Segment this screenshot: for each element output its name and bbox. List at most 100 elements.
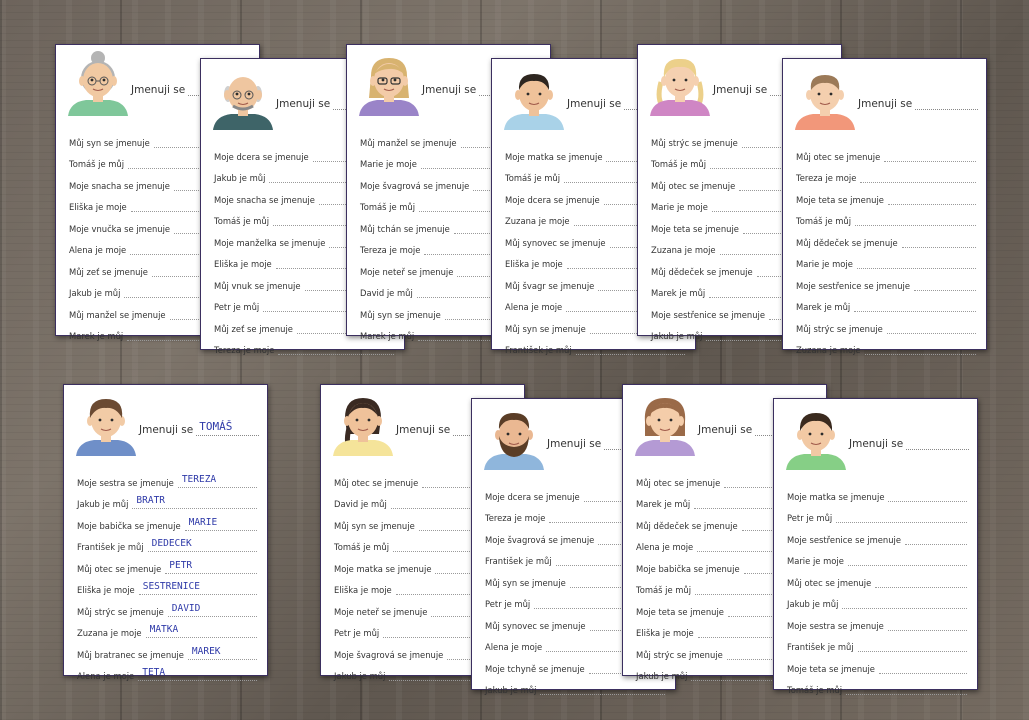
name-label: Jmenuji se [547,438,602,450]
question-label: Moje matka se jmenuje [334,563,432,574]
answer-field[interactable] [540,682,665,695]
question-label: František je můj [505,345,572,355]
question-label: Moje sestřenice se jmenuje [787,534,902,545]
question-label: Moje sestra se jmenuje [787,620,884,631]
answer-field[interactable]: MAREK [187,647,257,660]
name-line: Jmenuji se [858,95,978,110]
question-label: Můj zeť se jmenuje [69,266,148,277]
question-label: František je můj [77,542,144,552]
person-portrait-woman-glasses [353,48,425,116]
question-label: Moje neteř se jmenuje [360,266,454,277]
question-row: Moje babička se jmenuje MARIE [77,509,257,531]
question-row: Můj otec se jmenuje [787,566,967,588]
answer-field[interactable] [575,342,685,355]
person-portrait-small-boy [789,62,861,130]
question-label: Tereza je moje [485,513,546,523]
question-label: Petr je můj [214,302,260,312]
question-row: Jakub je můj [787,588,967,609]
answer-field[interactable] [847,553,967,566]
question-label: Můj strýc se jmenuje [796,323,883,334]
answer-field[interactable] [278,342,394,355]
name-line: Jmenuji se [849,435,969,450]
worksheet-board: Jmenuji se Můj syn se jmenuje Tomáš je můj… [0,0,1029,720]
name-label: Jmenuji se [422,84,477,96]
question-label: Můj syn se jmenuje [505,323,586,334]
question-label: Moje dcera se jmenuje [214,151,309,162]
answer-field[interactable]: DAVID [167,604,257,617]
question-label: Moje vnučka se jmenuje [69,223,171,234]
question-label: Moje teta se jmenuje [796,194,884,205]
question-label: Jakub je můj [636,671,688,681]
question-row: František je můj [787,631,967,652]
answer-field[interactable]: MARIE [184,518,257,531]
question-label: Moje teta se jmenuje [636,606,724,617]
answer-field[interactable]: TETA [138,668,257,681]
question-label: Můj syn se jmenuje [334,520,415,531]
question-label: Tomáš je můj [334,542,390,552]
answer-field[interactable]: PETR [165,561,257,574]
question-label: Eliška je moje [69,202,127,212]
answer-field[interactable] [884,149,976,162]
question-label: Jakub je můj [485,685,537,695]
question-row: Marie je moje [787,545,967,566]
name-label: Jmenuji se [858,98,913,110]
name-line: Jmenuji se TOMÁŠ [139,421,259,436]
question-label: Moje dcera se jmenuje [485,491,580,502]
answer-field[interactable]: DĚDEČEK [147,539,257,552]
question-label: Tomáš je můj [796,216,852,226]
answer-field[interactable] [878,661,967,674]
question-label: Můj otec se jmenuje [334,477,419,488]
question-row: Moje sestra se jmenuje [787,609,967,631]
name-answer-field[interactable] [915,95,978,110]
question-label: Zuzana je moje [77,628,142,638]
answer-field[interactable] [856,256,976,269]
answer-field[interactable] [901,235,976,248]
answer-field[interactable] [914,278,976,291]
name-label: Jmenuji se [567,98,622,110]
answer-field[interactable] [864,342,976,355]
answer-field[interactable] [888,489,967,502]
answer-field[interactable] [842,596,967,609]
answer-field[interactable] [857,639,967,652]
answer-field[interactable] [905,532,967,545]
answer-field[interactable] [836,510,967,523]
answer-field[interactable] [855,213,976,226]
question-label: Můj strýc se jmenuje [651,137,738,148]
answer-field[interactable]: BRATR [132,496,257,509]
question-label: Marek je můj [69,331,124,341]
answer-field[interactable] [860,170,976,183]
answer-field[interactable] [887,618,967,631]
question-label: Můj otec se jmenuje [796,151,881,162]
worksheet-card-boy-green: Jmenuji se Moje matka se jmenuje Petr je m… [773,398,978,695]
question-label: Můj synovec se jmenuje [505,237,606,248]
question-label: Eliška je moje [334,585,392,595]
question-row: Moje teta se jmenuje [796,183,976,205]
question-row: Můj strýc se jmenuje DAVID [77,595,257,617]
name-answer-field[interactable] [906,435,969,450]
question-label: Tomáš je můj [505,173,561,183]
question-row: Tereza je moje [796,162,976,183]
person-portrait-boy-green [780,402,852,470]
question-list: Můj otec se jmenuje Tereza je moje Moje te… [796,140,976,355]
answer-field[interactable] [875,575,967,588]
question-list: Moje matka se jmenuje Petr je můj Moje ses… [787,480,967,695]
answer-field[interactable]: MATKA [145,625,257,638]
question-label: Moje sestřenice se jmenuje [796,280,911,291]
answer-field[interactable] [854,299,976,312]
question-label: Moje snacha se jmenuje [214,194,315,205]
answer-field[interactable]: TEREZA [177,475,257,488]
name-answer-field[interactable]: TOMÁŠ [196,421,259,436]
answer-field[interactable] [886,321,976,334]
answer-field[interactable] [846,682,967,695]
question-label: Alena je moje [505,302,563,312]
person-portrait-boy-tomas [70,388,142,456]
question-label: Můj strýc se jmenuje [77,606,164,617]
question-label: Tomáš je můj [69,159,125,169]
name-label: Jmenuji se [131,84,186,96]
answer-field[interactable] [887,192,976,205]
question-label: Tomáš je můj [636,585,692,595]
question-row: Moje sestřenice se jmenuje [796,269,976,291]
question-label: Petr je můj [485,599,531,609]
answer-field[interactable]: SESTŘENICE [138,582,257,595]
question-row: František je můj DĚDEČEK [77,531,257,552]
